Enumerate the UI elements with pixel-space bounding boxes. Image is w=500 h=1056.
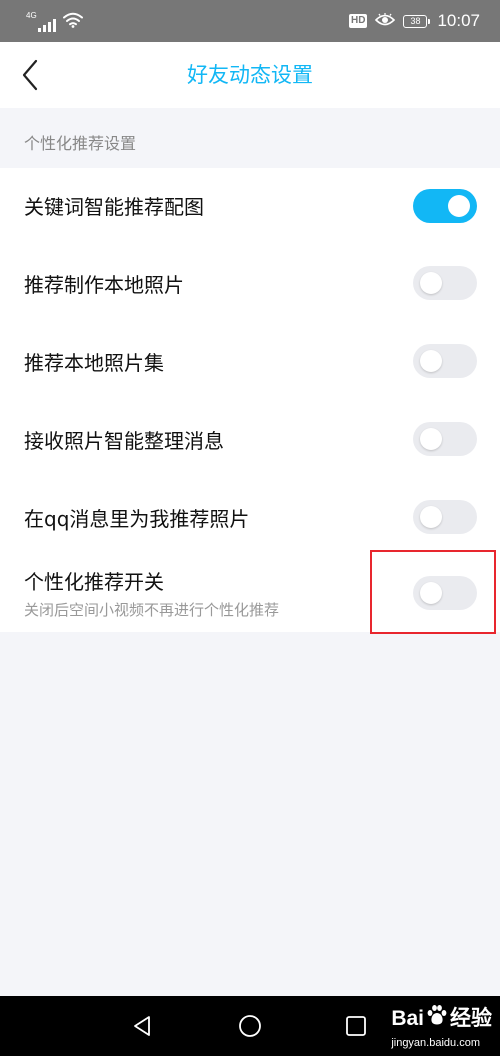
hd-badge: HD [349, 14, 368, 28]
watermark-brand: Bai [391, 1006, 424, 1030]
nav-recents-button[interactable] [326, 996, 386, 1056]
watermark-url: jingyan.baidu.com [391, 1037, 480, 1049]
title-bar: 好友动态设置 [0, 42, 500, 108]
setting-row-keyword-image: 关键词智能推荐配图 [0, 168, 500, 246]
status-left: 4G [26, 8, 83, 32]
toggle-personalized[interactable] [413, 576, 477, 610]
settings-list: 关键词智能推荐配图 推荐制作本地照片 推荐本地照片集 接收照片智能整理消息 在q… [0, 168, 500, 632]
watermark-brand-suffix: 经验 [450, 1006, 492, 1030]
status-time: 10:07 [437, 11, 480, 30]
baidu-watermark: Bai 经验 jingyan.baidu.com [391, 1003, 492, 1050]
toggle-knob [420, 582, 442, 604]
toggle-keyword-image[interactable] [413, 189, 477, 223]
toggle-knob [420, 272, 442, 294]
toggle-qq-recommend[interactable] [413, 500, 477, 534]
setting-row-personalized: 个性化推荐开关 关闭后空间小视频不再进行个性化推荐 [0, 558, 500, 632]
page-title: 好友动态设置 [187, 63, 313, 87]
back-triangle-icon [134, 1016, 150, 1036]
back-button[interactable] [0, 42, 60, 108]
wifi-icon [62, 12, 83, 32]
navigation-bar: Bai 经验 jingyan.baidu.com [0, 996, 500, 1056]
toggle-local-photo[interactable] [413, 266, 477, 300]
toggle-photo-album[interactable] [413, 344, 477, 378]
section-header: 个性化推荐设置 [24, 134, 137, 153]
setting-label: 推荐本地照片集 [24, 351, 164, 375]
home-circle-icon [239, 1015, 261, 1037]
chevron-left-icon [22, 59, 38, 91]
setting-row-photo-album: 推荐本地照片集 [0, 324, 500, 402]
status-right: HD 38 10:07 [349, 9, 480, 33]
setting-label: 在qq消息里为我推荐照片 [24, 507, 250, 531]
nav-back-button[interactable] [112, 996, 172, 1056]
toggle-knob [448, 195, 470, 217]
toggle-knob [420, 428, 442, 450]
setting-label: 个性化推荐开关 [24, 570, 164, 594]
recents-square-icon [346, 1016, 366, 1036]
nav-home-button[interactable] [220, 996, 280, 1056]
network-type-label: 4G [26, 11, 37, 20]
toggle-photo-organize[interactable] [413, 422, 477, 456]
setting-label: 接收照片智能整理消息 [24, 429, 224, 453]
status-bar: 4G HD 38 10:07 [0, 0, 500, 42]
watermark-logo: Bai 经验 [391, 1003, 492, 1034]
toggle-knob [420, 506, 442, 528]
setting-label: 关键词智能推荐配图 [24, 195, 204, 219]
eye-icon [375, 12, 396, 31]
signal-icon [37, 18, 56, 32]
setting-row-qq-recommend: 在qq消息里为我推荐照片 [0, 480, 500, 558]
setting-row-local-photo: 推荐制作本地照片 [0, 246, 500, 324]
setting-subtitle: 关闭后空间小视频不再进行个性化推荐 [24, 601, 280, 619]
battery-icon: 38 [403, 14, 431, 28]
setting-row-photo-organize: 接收照片智能整理消息 [0, 402, 500, 480]
paw-icon [425, 1003, 449, 1034]
setting-label: 推荐制作本地照片 [24, 273, 184, 297]
toggle-knob [420, 350, 442, 372]
